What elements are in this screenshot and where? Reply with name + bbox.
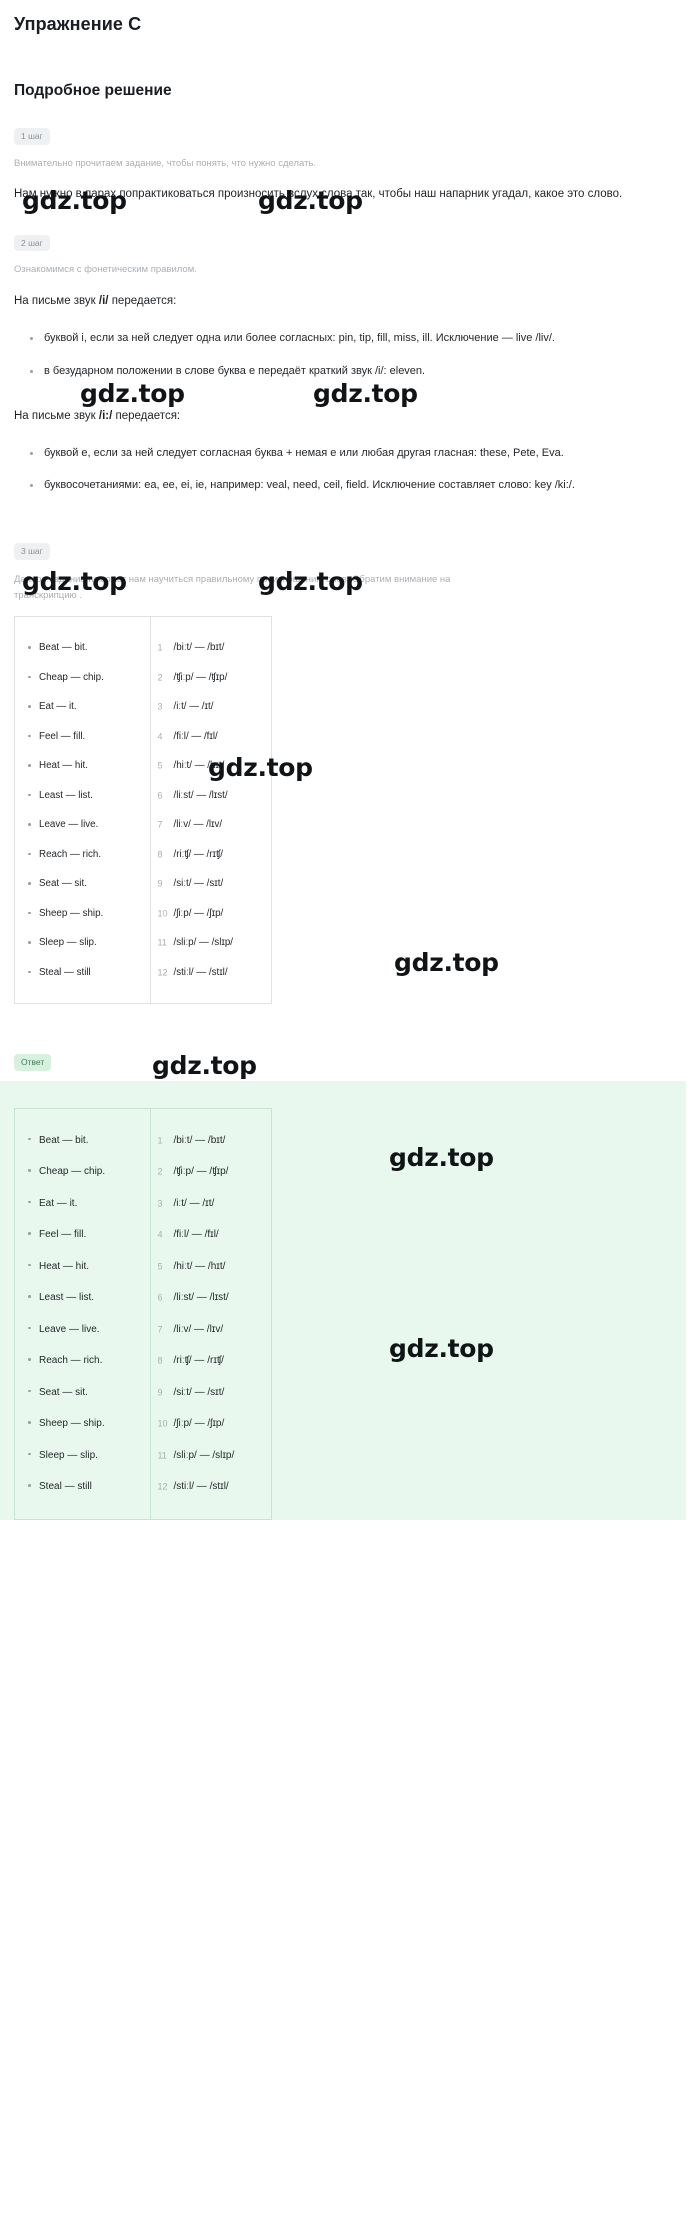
table-row: /liːv/ — /lɪv/ <box>173 1323 224 1335</box>
table-row: Reach — rich. <box>27 1345 144 1377</box>
table-column-transcriptions: /biːt/ — /bɪt/ /ʧiːp/ — /ʧɪp/ /iːt/ — /ɪt/… <box>151 617 271 1003</box>
table-row: Steal — still <box>27 958 144 988</box>
table-row: /sliːp/ — /slɪp/ <box>173 1449 235 1461</box>
table-column-words: Beat — bit. Cheap — chip. Eat — it. Feel — … <box>15 617 152 1004</box>
step-badge-2: 2 шаг <box>14 234 50 252</box>
step-1-section: 1 шаг Внимательно прочитаем задание, что… <box>14 100 686 207</box>
table-row: Beat — bit. <box>27 633 144 663</box>
table-row: Heat — hit. <box>27 1251 144 1283</box>
table-row: /ʧiːp/ — /ʧɪp/ <box>173 1166 229 1177</box>
rule-1-heading-post: передается: <box>108 294 177 307</box>
answer-section: Ответ <box>14 1026 686 1071</box>
solution-page: Упражнение C Подробное решение 1 шаг Вни… <box>0 0 700 2233</box>
table-row: Cheap — chip. <box>27 663 144 693</box>
table-row: Least — list. <box>27 1282 144 1314</box>
table-row: Sleep — slip. <box>27 1440 144 1472</box>
table-row: /ʧiːp/ — /ʧɪp/ <box>173 671 228 683</box>
page-title: Упражнение C <box>14 14 142 34</box>
answer-badge: Ответ <box>14 1054 52 1071</box>
list-item: буквой e, если за ней следует согласная … <box>30 442 686 465</box>
table-row: /iːt/ — /ɪt/ <box>173 701 214 713</box>
table-row: /biːt/ — /bɪt/ <box>173 642 225 654</box>
answer-table-column-transcriptions: /biːt/ — /bɪt/ /ʧiːp/ — /ʧɪp/ /iːt/ — /ɪt/… <box>151 1109 271 1519</box>
step-3-hint: Данное задание поможет нам научиться пра… <box>14 573 451 601</box>
transcription-table: Beat — bit. Cheap — chip. Eat — it. Feel — … <box>14 616 272 1005</box>
word-pairs-list: Beat — bit. Cheap — chip. Eat — it. Feel — … <box>15 633 150 987</box>
rule-2-sound: /i:/ <box>98 409 113 422</box>
step-2-section: 2 шаг Ознакомимся с фонетическим правило… <box>14 207 686 498</box>
step-badge-1: 1 шаг <box>14 128 50 145</box>
table-row: /liːst/ — /lɪst/ <box>173 1292 229 1303</box>
table-row: Sheep — ship. <box>27 899 144 929</box>
table-row: Leave — live. <box>27 1314 144 1346</box>
rule-2-list: буквой e, если за ней следует согласная … <box>14 442 686 497</box>
list-item: в безударном положении в слове буква e п… <box>30 360 686 383</box>
table-row: Seat — sit. <box>27 869 144 899</box>
list-item: буквой i, если за ней следует одна или б… <box>30 327 686 350</box>
rule-2-heading-post: передается: <box>112 409 181 422</box>
table-row: /fiːl/ — /fɪl/ <box>173 730 218 742</box>
table-row: /fiːl/ — /fɪl/ <box>173 1229 219 1240</box>
answer-transcription-table: Beat — bit. Cheap — chip. Eat — it. Feel — … <box>14 1107 272 1520</box>
table-row: Reach — rich. <box>27 840 144 870</box>
solution-heading: Подробное решение <box>14 82 172 99</box>
table-row: /ʃiːp/ — /ʃɪp/ <box>173 907 224 919</box>
table-row: Leave — live. <box>27 810 144 840</box>
table-row: /stiːl/ — /stɪl/ <box>173 966 228 978</box>
rule-1-sound: /i/ <box>98 294 109 307</box>
table-row: Feel — fill. <box>27 722 144 752</box>
table-row: /siːt/ — /sɪt/ <box>173 878 224 890</box>
rule-2-heading-pre: На письме звук <box>14 409 99 422</box>
step-badge-3: 3 шаг <box>14 543 50 560</box>
answer-block: Beat — bit. Cheap — chip. Eat — it. Feel — … <box>0 1080 686 1520</box>
table-row: /iːt/ — /ɪt/ <box>173 1197 215 1209</box>
table-row: Beat — bit. <box>27 1125 144 1157</box>
table-row: /stiːl/ — /stɪl/ <box>173 1481 229 1492</box>
table-row: Heat — hit. <box>27 751 144 781</box>
table-row: Cheap — chip. <box>27 1156 144 1188</box>
table-row: /sliːp/ — /slɪp/ <box>173 937 234 949</box>
table-row: Least — list. <box>27 781 144 811</box>
answer-table-column-words: Beat — bit. Cheap — chip. Eat — it. Feel — … <box>15 1108 152 1519</box>
step-1-body: Нам нужно в парах попрактиковаться произ… <box>14 188 623 201</box>
step-3-section: 3 шаг Данное задание поможет нам научить… <box>14 515 686 1005</box>
table-row: /hiːt/ — /hɪt/ <box>173 1260 226 1272</box>
rule-1-heading-pre: На письме звук <box>14 294 99 307</box>
table-row: /riːʧ/ — /rɪʧ/ <box>173 1355 224 1366</box>
table-row: Eat — it. <box>27 1188 144 1220</box>
table-row: Steal — still <box>27 1471 144 1503</box>
table-row: Sleep — slip. <box>27 928 144 958</box>
table-row: /liːv/ — /lɪv/ <box>173 819 223 831</box>
step-2-hint: Ознакомимся с фонетическим правилом. <box>14 264 197 276</box>
table-row: Seat — sit. <box>27 1377 144 1409</box>
rule-2-heading: На письме звук /i:/ передается: <box>14 405 686 429</box>
table-row: /riːʧ/ — /rɪʧ/ <box>173 848 223 860</box>
table-row: /ʃiːp/ — /ʃɪp/ <box>173 1418 225 1429</box>
answer-word-pairs-list: Beat — bit. Cheap — chip. Eat — it. Feel — … <box>15 1125 150 1503</box>
rule-1-heading: На письме звук /i/ передается: <box>14 290 686 314</box>
list-item: буквосочетаниями: ea, ee, ei, ie, наприм… <box>30 474 686 497</box>
answer-transcriptions-list: /biːt/ — /bɪt/ /ʧiːp/ — /ʧɪp/ /iːt/ — /ɪt/… <box>151 1125 271 1503</box>
table-row: /hiːt/ — /hɪt/ <box>173 760 225 772</box>
transcriptions-list: /biːt/ — /bɪt/ /ʧiːp/ — /ʧɪp/ /iːt/ — /ɪt/… <box>151 633 271 987</box>
table-row: /biːt/ — /bɪt/ <box>173 1134 226 1146</box>
rule-1-list: буквой i, если за ней следует одна или б… <box>14 327 686 382</box>
step-1-hint: Внимательно прочитаем задание, чтобы пон… <box>14 157 317 169</box>
table-row: /liːst/ — /lɪst/ <box>173 789 228 801</box>
table-row: Eat — it. <box>27 692 144 722</box>
table-row: Feel — fill. <box>27 1219 144 1251</box>
table-row: /siːt/ — /sɪt/ <box>173 1386 225 1398</box>
table-row: Sheep — ship. <box>27 1408 144 1440</box>
